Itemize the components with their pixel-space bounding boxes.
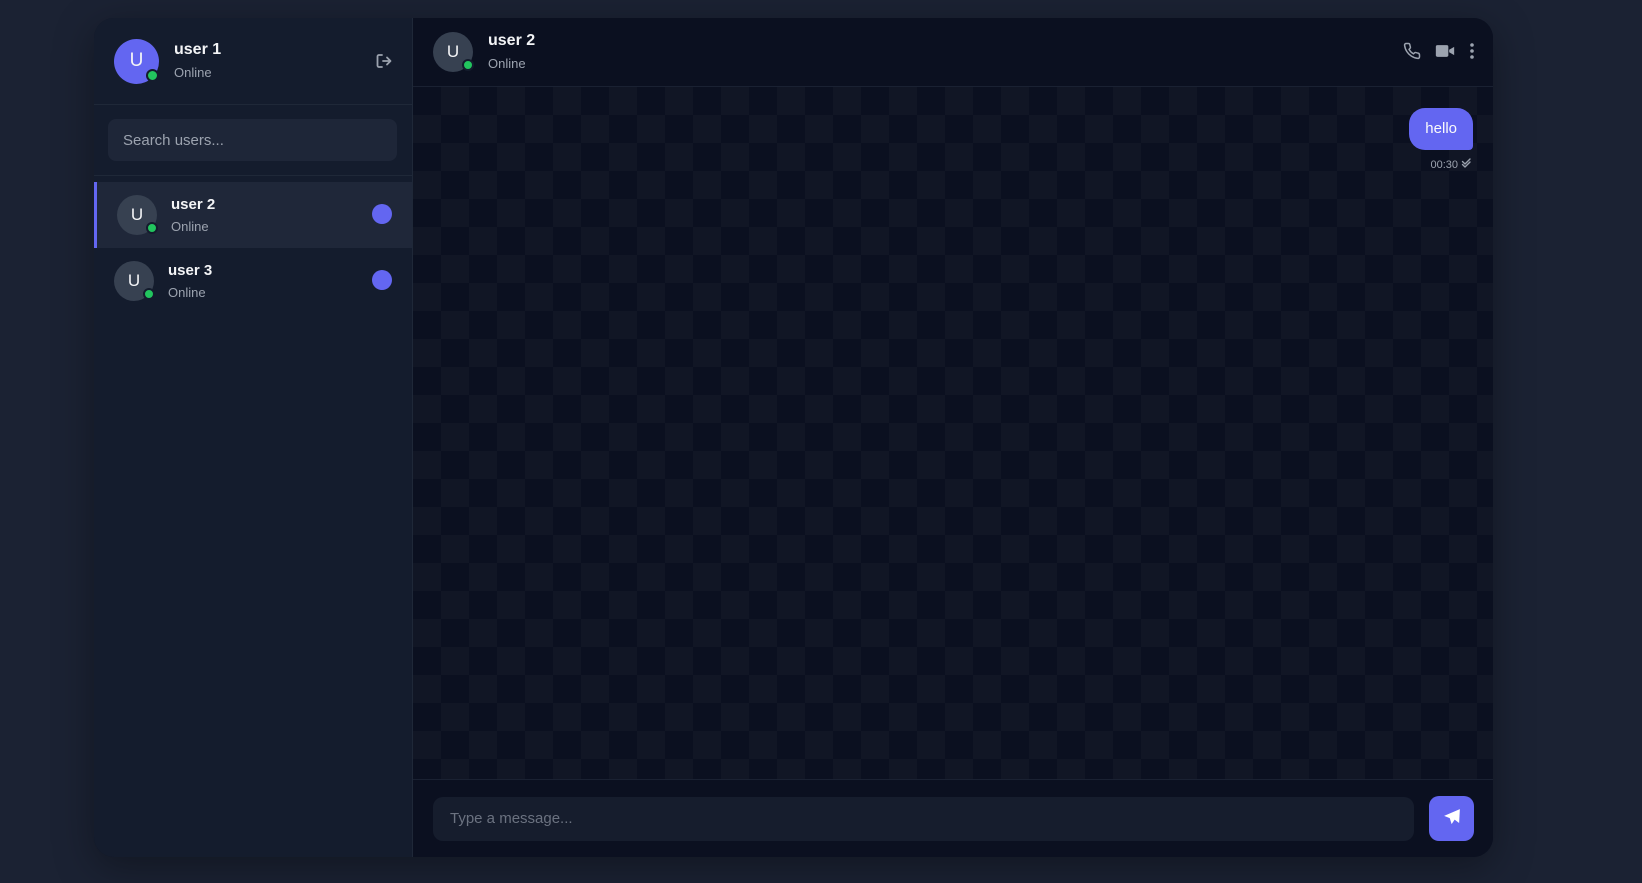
chat-app: U user 1 Online U	[94, 18, 1493, 857]
chat-header-actions	[1403, 42, 1475, 60]
message-bubble: hello	[1409, 108, 1473, 150]
unread-badge	[372, 204, 392, 224]
current-user-info: user 1 Online	[174, 40, 221, 82]
send-button[interactable]	[1429, 796, 1474, 841]
user-list: U user 2 Online U user 3 Online	[94, 182, 412, 314]
sidebar: U user 1 Online U	[94, 18, 413, 857]
user-info: user 2 Online	[171, 195, 215, 236]
user-name: user 2	[171, 195, 216, 213]
message-area[interactable]: hello 00:30	[413, 87, 1493, 779]
user-list-item[interactable]: U user 3 Online	[94, 248, 412, 314]
message-input[interactable]	[433, 796, 1414, 841]
online-indicator	[146, 222, 158, 234]
avatar-initial: U	[446, 42, 460, 61]
avatar: U	[114, 261, 155, 301]
chat-header: U user 2 Online	[413, 18, 1493, 87]
avatar-initial: U	[129, 50, 144, 71]
online-indicator	[462, 59, 474, 71]
video-camera-icon[interactable]	[1435, 42, 1455, 60]
avatar-initial: U	[127, 271, 141, 290]
chat-partner-name: user 2	[488, 32, 536, 49]
current-user-name: user 1	[174, 41, 222, 58]
user-status: Online	[168, 284, 206, 300]
search-input[interactable]	[108, 119, 397, 161]
message-time: 00:30	[1430, 158, 1458, 171]
current-user-header: U user 1 Online	[94, 18, 412, 105]
user-name: user 3	[168, 261, 213, 279]
search-container	[94, 105, 412, 176]
message-meta: 00:30	[1430, 158, 1473, 171]
user-list-item[interactable]: U user 2 Online	[94, 182, 412, 248]
message-composer	[413, 779, 1493, 857]
user-info: user 3 Online	[168, 261, 212, 302]
online-indicator	[143, 288, 155, 300]
avatar: U	[117, 195, 158, 235]
chat-partner-info: user 2 Online	[488, 31, 535, 73]
double-check-icon	[1461, 158, 1473, 171]
user-status: Online	[171, 218, 209, 234]
unread-badge	[372, 270, 392, 290]
avatar[interactable]: U	[114, 38, 159, 84]
phone-icon[interactable]	[1403, 42, 1421, 60]
current-user-status: Online	[174, 65, 212, 80]
message-outgoing: hello 00:30	[1409, 108, 1473, 171]
avatar[interactable]: U	[433, 32, 474, 72]
send-icon	[1443, 808, 1461, 829]
logout-icon[interactable]	[374, 51, 394, 71]
chat-partner-status: Online	[488, 56, 526, 71]
chat-panel: U user 2 Online hello 00:30 Type a messa…	[413, 18, 1493, 857]
more-vertical-icon[interactable]	[1469, 42, 1475, 60]
online-indicator	[146, 68, 159, 82]
avatar-initial: U	[130, 205, 144, 224]
